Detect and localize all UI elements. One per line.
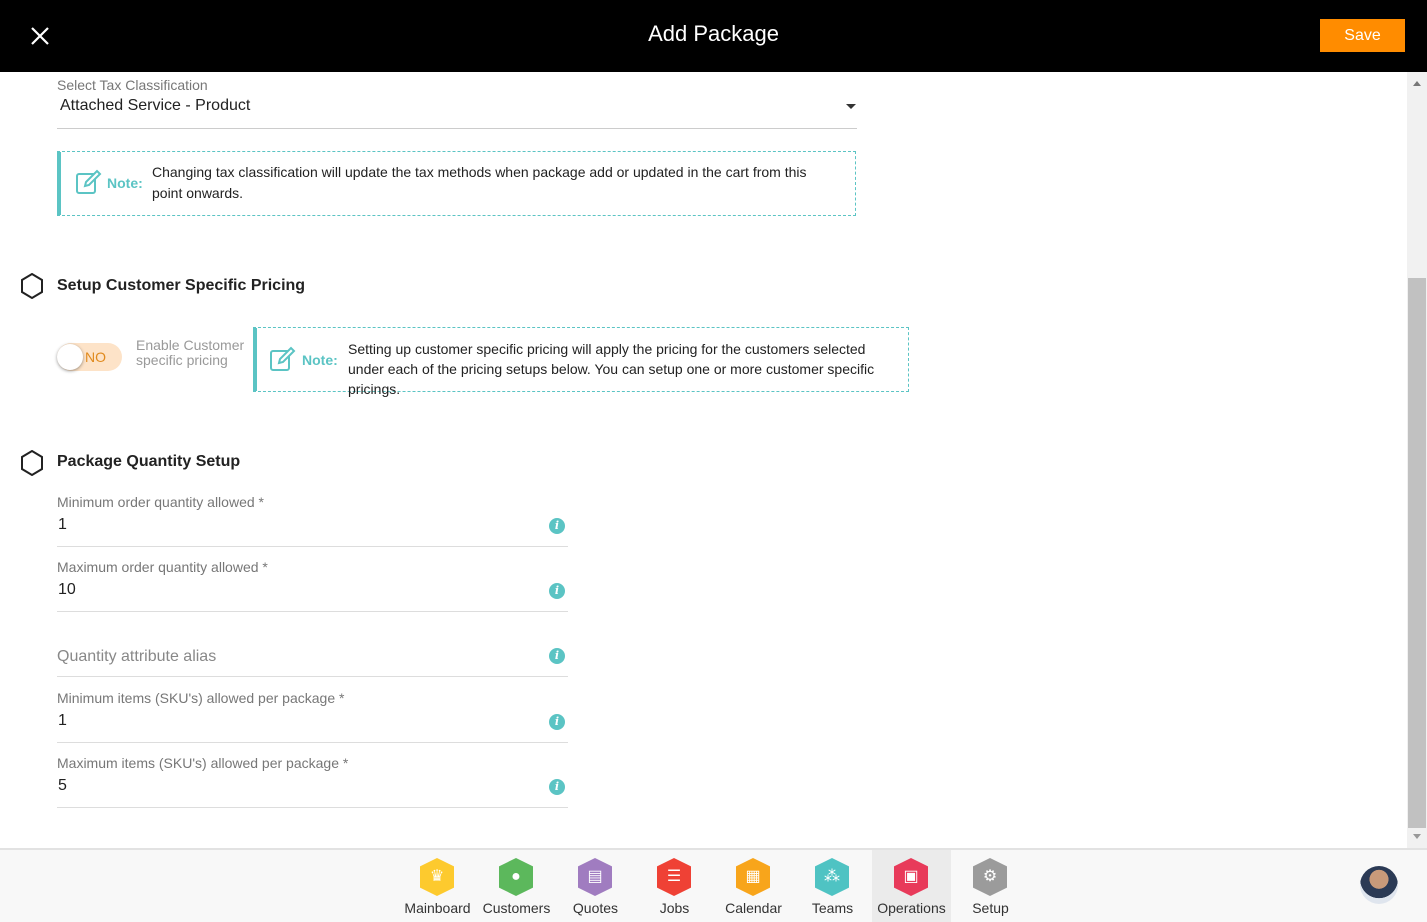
divider	[57, 742, 568, 743]
divider	[57, 128, 857, 129]
header: Add Package Save	[0, 0, 1427, 72]
field-value: 5	[58, 777, 67, 794]
divider	[57, 807, 568, 808]
gear-icon: ⚙	[973, 858, 1007, 896]
info-icon[interactable]: i	[549, 583, 565, 599]
field-placeholder: Quantity attribute alias	[57, 648, 217, 665]
scroll-down-arrow-icon[interactable]	[1413, 834, 1421, 839]
nav-item-setup[interactable]: ⚙ Setup	[951, 850, 1030, 922]
tax-note: Note: Changing tax classification will u…	[57, 151, 856, 216]
nav-item-customers[interactable]: ● Customers	[477, 850, 556, 922]
info-icon[interactable]: i	[549, 518, 565, 534]
dropdown-arrow-icon	[846, 104, 856, 109]
field-label: Maximum order quantity allowed *	[57, 559, 268, 575]
field-value: 1	[58, 516, 67, 533]
toggle-label: Enable Customer specific pricing	[136, 337, 245, 368]
hexagon-icon	[21, 273, 43, 299]
max-items-field[interactable]: Maximum items (SKU's) allowed per packag…	[57, 755, 568, 808]
info-icon[interactable]: i	[549, 779, 565, 795]
toggle-state: NO	[85, 349, 106, 365]
nav-item-operations[interactable]: ▣ Operations	[872, 850, 951, 922]
section-title-quantity: Package Quantity Setup	[57, 453, 241, 470]
toggle-knob	[57, 344, 83, 370]
field-label: Minimum order quantity allowed *	[57, 494, 264, 510]
teams-icon: ⁂	[815, 858, 849, 896]
page-title: Add Package	[648, 21, 779, 46]
divider	[57, 611, 568, 612]
max-order-qty-field[interactable]: Maximum order quantity allowed * 10 i	[57, 559, 568, 612]
nav-item-teams[interactable]: ⁂ Teams	[793, 850, 872, 922]
quantity-alias-field[interactable]: Quantity attribute alias i	[57, 624, 568, 677]
tax-classification-select[interactable]: Attached Service - Product	[57, 94, 857, 129]
field-value: 1	[58, 712, 67, 729]
min-items-field[interactable]: Minimum items (SKU's) allowed per packag…	[57, 690, 568, 743]
scroll-up-arrow-icon[interactable]	[1413, 81, 1421, 86]
jobs-icon: ☰	[657, 858, 691, 896]
quotes-icon: ▤	[578, 858, 612, 896]
section-title-pricing: Setup Customer Specific Pricing	[57, 277, 306, 294]
nav-item-jobs[interactable]: ☰ Jobs	[635, 850, 714, 922]
info-icon[interactable]: i	[549, 714, 565, 730]
pricing-note: Note: Setting up customer specific prici…	[253, 327, 909, 397]
customer-icon: ●	[499, 858, 533, 896]
customer-pricing-toggle[interactable]: NO	[57, 343, 122, 371]
bottom-nav: ♛ Mainboard ● Customers ▤ Quotes ☰ Jobs ▦ Calenda…	[0, 848, 1427, 922]
nav-label: Setup	[972, 900, 1009, 916]
save-button[interactable]: Save	[1320, 19, 1405, 52]
field-value: 10	[58, 581, 76, 598]
info-icon[interactable]: i	[549, 648, 565, 664]
form-content: Select Tax Classification Attached Servi…	[0, 72, 1407, 848]
nav-item-quotes[interactable]: ▤ Quotes	[556, 850, 635, 922]
edit-note-icon	[270, 346, 296, 371]
tax-classification-label: Select Tax Classification	[57, 77, 208, 93]
nav-item-mainboard[interactable]: ♛ Mainboard	[398, 850, 477, 922]
user-avatar[interactable]	[1360, 866, 1398, 904]
min-order-qty-field[interactable]: Minimum order quantity allowed * 1 i	[57, 494, 568, 547]
operations-icon: ▣	[894, 858, 928, 896]
hexagon-icon	[21, 450, 43, 476]
mainboard-icon: ♛	[420, 858, 454, 896]
calendar-icon: ▦	[736, 858, 770, 896]
field-label: Maximum items (SKU's) allowed per packag…	[57, 755, 349, 771]
divider	[57, 546, 568, 547]
note-text: Changing tax classification will update …	[152, 164, 807, 201]
divider	[57, 676, 568, 677]
field-label: Minimum items (SKU's) allowed per packag…	[57, 690, 345, 706]
note-label: Note:	[302, 352, 338, 368]
note-label: Note:	[107, 175, 143, 191]
scrollbar[interactable]	[1407, 72, 1427, 848]
tax-classification-value: Attached Service - Product	[60, 97, 251, 114]
nav-item-calendar[interactable]: ▦ Calendar	[714, 850, 793, 922]
scrollbar-thumb[interactable]	[1408, 278, 1426, 828]
note-text: Setting up customer specific pricing wil…	[348, 341, 875, 397]
edit-note-icon	[76, 169, 102, 194]
